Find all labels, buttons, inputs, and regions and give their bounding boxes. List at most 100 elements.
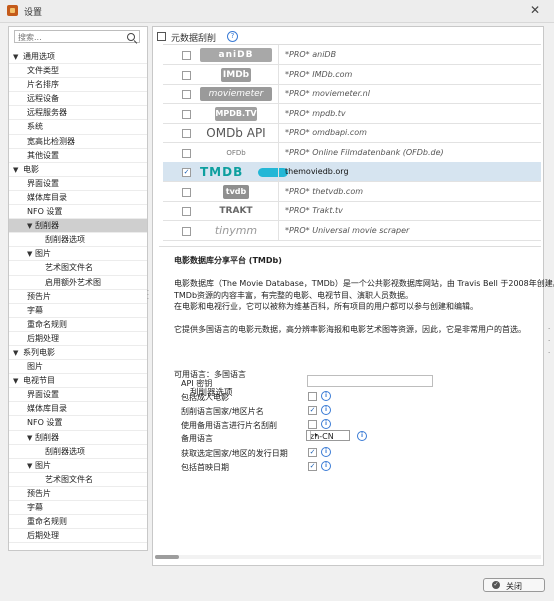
- tree-item[interactable]: 远程服务器: [9, 106, 147, 121]
- tree-item[interactable]: 字幕: [9, 304, 147, 318]
- fallback-title-checkbox[interactable]: [308, 420, 317, 429]
- scraper-row[interactable]: IMDb *PRO* IMDb.com: [163, 64, 541, 85]
- scraper-checkbox[interactable]: [182, 70, 191, 80]
- scrollbar-thumb[interactable]: [155, 555, 179, 559]
- premiere-date-checkbox[interactable]: ✓: [308, 462, 317, 471]
- fallback-language-select[interactable]: zh-CN ▾: [306, 430, 350, 441]
- splitter-handle[interactable]: · · ·: [147, 289, 149, 303]
- info-icon[interactable]: i: [321, 461, 331, 471]
- expand-caret-icon[interactable]: ▼: [27, 219, 32, 233]
- scraper-checkbox[interactable]: [182, 109, 191, 119]
- tree-item[interactable]: 重命名规则: [9, 318, 147, 332]
- tree-item[interactable]: ▼ 系列电影: [9, 346, 147, 361]
- scrape-language-title-checkbox[interactable]: ✓: [308, 406, 317, 415]
- tree-item[interactable]: 艺术图文件名: [9, 261, 147, 276]
- tree-item[interactable]: 媒体库目录: [9, 191, 147, 206]
- tree-item[interactable]: 启用额外艺术图: [9, 276, 147, 290]
- scraper-checkbox[interactable]: [182, 51, 191, 60]
- tree-item[interactable]: 界面设置: [9, 177, 147, 191]
- app-icon: [7, 5, 18, 16]
- window-close-icon[interactable]: ✕: [530, 3, 540, 17]
- column-divider: [278, 201, 279, 221]
- info-icon[interactable]: i: [357, 431, 367, 441]
- option-label-title-lang: 刮削语言国家/地区片名: [181, 407, 264, 416]
- tree-item[interactable]: 重命名规则: [9, 515, 147, 530]
- scraper-row[interactable]: OMDb API *PRO* omdbapi.com: [163, 123, 541, 144]
- scraper-checkbox[interactable]: [182, 226, 191, 236]
- tree-item[interactable]: 字幕: [9, 501, 147, 516]
- include-adult-checkbox[interactable]: [308, 392, 317, 401]
- expand-caret-icon[interactable]: ▼: [13, 163, 18, 177]
- tree-item[interactable]: 片名排序: [9, 78, 147, 93]
- info-icon[interactable]: i: [321, 391, 331, 401]
- close-button[interactable]: ✓ 关闭: [483, 578, 545, 592]
- help-icon[interactable]: ?: [227, 31, 238, 42]
- expand-caret-icon[interactable]: ▼: [13, 50, 18, 64]
- scraper-row[interactable]: MPDB.TV *PRO* mpdb.tv: [163, 103, 541, 124]
- tree-item[interactable]: 刮削器选项: [9, 445, 147, 459]
- tmdb-logo-pill: [258, 168, 288, 177]
- tree-item[interactable]: ▼ 图片: [9, 247, 147, 262]
- scraper-checkbox[interactable]: [182, 207, 191, 216]
- scraper-row[interactable]: tvdb *PRO* thetvdb.com: [163, 181, 541, 202]
- expand-caret-icon[interactable]: ▼: [27, 459, 32, 473]
- scraper-checkbox[interactable]: ✓: [182, 168, 191, 177]
- scraper-checkbox[interactable]: [182, 129, 191, 138]
- tree-item[interactable]: NFO 设置: [9, 416, 147, 431]
- tree-item[interactable]: 预告片: [9, 290, 147, 304]
- api-key-input[interactable]: [307, 375, 433, 387]
- tree-item[interactable]: 刮削器选项: [9, 233, 147, 248]
- tree-item[interactable]: 预告片: [9, 487, 147, 501]
- title-bar: 设置 ✕: [0, 0, 554, 23]
- tree-item[interactable]: ▼ 电影: [9, 163, 147, 177]
- tree-item[interactable]: 远程设备: [9, 92, 147, 107]
- search-icon[interactable]: [127, 33, 135, 41]
- tree-item[interactable]: 艺术图文件名: [9, 473, 147, 487]
- section-checkbox[interactable]: [157, 32, 166, 41]
- tree-item[interactable]: NFO 设置: [9, 205, 147, 220]
- tree-item[interactable]: ▼ 通用选项: [9, 50, 147, 65]
- tree-item[interactable]: 后期处理: [9, 332, 147, 346]
- tree-item-label: 字幕: [27, 503, 43, 512]
- scraper-checkbox[interactable]: [182, 90, 191, 99]
- chevron-down-icon[interactable]: ▾: [310, 431, 321, 440]
- scraper-checkbox[interactable]: [182, 148, 191, 158]
- tree-item[interactable]: ▼ 刮削器: [9, 219, 147, 234]
- search-box[interactable]: [14, 30, 140, 43]
- tree-item[interactable]: 后期处理: [9, 529, 147, 544]
- scraper-row[interactable]: moviemeter *PRO* moviemeter.nl: [163, 84, 541, 105]
- tree-item-label: 片名排序: [27, 80, 59, 90]
- tree-item[interactable]: 界面设置: [9, 388, 147, 403]
- tree-item-label: 系统: [27, 122, 43, 132]
- scraper-row[interactable]: TRAKT *PRO* Trakt.tv: [163, 201, 541, 222]
- expand-caret-icon[interactable]: ▼: [13, 374, 18, 388]
- tree-item[interactable]: ▼ 图片: [9, 459, 147, 473]
- tree-item[interactable]: 文件类型: [9, 64, 147, 79]
- search-input[interactable]: [18, 32, 118, 42]
- scraper-name: *PRO* Universal movie scraper: [285, 225, 410, 235]
- expand-caret-icon[interactable]: ▼: [27, 431, 32, 445]
- tree-item[interactable]: ▼ 刮削器: [9, 431, 147, 445]
- scraper-row[interactable]: ✓ TMDB themoviedb.org: [163, 162, 541, 183]
- scraper-row[interactable]: tinymm *PRO* Universal movie scraper: [163, 220, 541, 241]
- info-icon[interactable]: i: [321, 447, 331, 457]
- option-label-premiere-date: 包括首映日期: [181, 463, 229, 472]
- expand-caret-icon[interactable]: ▼: [27, 247, 32, 261]
- tree-item[interactable]: ▼ 电视节目: [9, 374, 147, 389]
- api-key-label: API 密钥: [181, 379, 213, 388]
- tree-item[interactable]: 宽高比检测器: [9, 135, 147, 149]
- info-icon[interactable]: i: [321, 405, 331, 415]
- scraper-row[interactable]: aniDB *PRO* aniDB: [163, 45, 541, 66]
- tree-item[interactable]: 图片: [9, 360, 147, 375]
- scraper-row[interactable]: OFDb *PRO* Online Filmdatenbank (OFDb.de): [163, 142, 541, 163]
- expand-caret-icon[interactable]: ▼: [13, 346, 18, 360]
- tree-item[interactable]: 媒体库目录: [9, 402, 147, 417]
- info-icon[interactable]: i: [321, 419, 331, 429]
- release-date-checkbox[interactable]: ✓: [308, 448, 317, 457]
- tree-item[interactable]: 其他设置: [9, 149, 147, 163]
- scraper-name: themoviedb.org: [285, 167, 349, 176]
- horizontal-scrollbar[interactable]: [155, 555, 541, 559]
- scraper-checkbox[interactable]: [182, 187, 191, 197]
- tree-item-label: 界面设置: [27, 178, 59, 188]
- tree-item[interactable]: 系统: [9, 120, 147, 135]
